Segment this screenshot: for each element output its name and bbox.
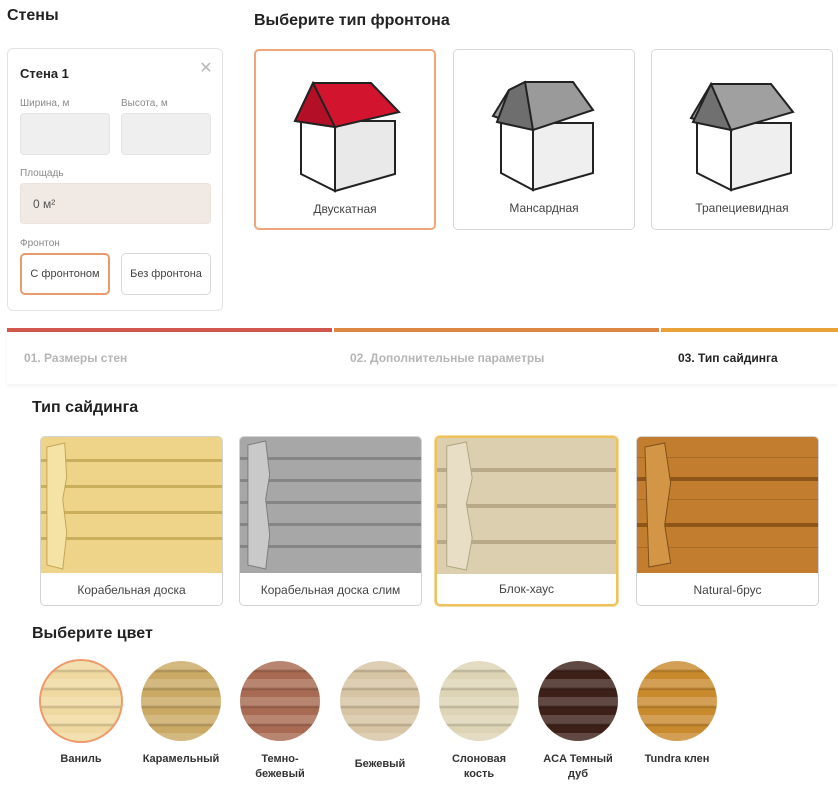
color-swatch-vanil[interactable]	[41, 661, 121, 741]
siding-sample-image	[637, 437, 818, 573]
width-label: Ширина, м	[20, 98, 70, 109]
color-label-slonovaya-kost: Слоновая кость	[451, 753, 507, 780]
color-label-vanil: Ваниль	[60, 753, 102, 765]
walls-title: Стены	[7, 7, 59, 24]
color-swatch-karamelnyi[interactable]	[141, 661, 221, 741]
step-1-tab[interactable]: 01. Размеры стен	[24, 351, 127, 365]
area-label: Площадь	[20, 168, 64, 179]
siding-option-korabelnaya-slim[interactable]: Корабельная доска слим	[239, 436, 422, 606]
gable-option-trapecievidnaya[interactable]: Трапециевидная	[651, 49, 833, 230]
height-input[interactable]	[121, 113, 211, 155]
wall-name: Стена 1	[20, 66, 69, 81]
trapezoid-house-icon	[689, 81, 795, 192]
siding-sample-image	[240, 437, 421, 573]
gable-option-mansardnaya[interactable]: Мансардная	[453, 49, 635, 230]
color-swatch-slonovaya-kost[interactable]	[439, 661, 519, 741]
step-progress-3	[661, 328, 838, 332]
color-label-tundra-klen: Tundra клен	[644, 753, 710, 765]
siding-option-korabelnaya[interactable]: Корабельная доска	[40, 436, 223, 606]
gable-option-dvuskatnaya[interactable]: Двускатная	[254, 49, 436, 230]
gable-label: Мансардная	[509, 201, 579, 215]
gable-house-icon	[293, 80, 401, 193]
close-icon[interactable]: ✕	[198, 61, 214, 77]
step-progress-1	[7, 328, 332, 332]
step-3-tab[interactable]: 03. Тип сайдинга	[678, 351, 778, 365]
color-swatch-aca-temnyi-dub[interactable]	[538, 661, 618, 741]
siding-option-blok-haus[interactable]: Блок-хаус	[435, 436, 618, 606]
siding-label: Natural-брус	[693, 583, 762, 597]
color-label-aca-temnyi-dub: ACA Темный дуб	[543, 753, 613, 780]
step-2-tab[interactable]: 02. Дополнительные параметры	[350, 351, 544, 365]
color-title: Выберите цвет	[32, 625, 153, 642]
siding-label: Блок-хаус	[498, 582, 555, 596]
color-swatch-temno-bezhevyi[interactable]	[240, 661, 320, 741]
with-gable-button[interactable]: С фронтоном	[20, 253, 110, 295]
mansard-house-icon	[491, 80, 595, 192]
gable-label: Фронтон	[20, 238, 60, 249]
color-label-karamelnyi: Карамельный	[142, 753, 220, 765]
area-value: 0 м²	[33, 197, 56, 211]
siding-label: Корабельная доска слим	[260, 583, 401, 597]
color-label-temno-bezhevyi: Темно-бежевый	[255, 753, 305, 780]
color-swatch-tundra-klen[interactable]	[637, 661, 717, 741]
color-swatch-bezhevyi[interactable]	[340, 661, 420, 741]
gable-label: Двускатная	[313, 202, 377, 216]
siding-type-title: Тип сайдинга	[32, 399, 139, 416]
siding-label: Корабельная доска	[77, 583, 186, 597]
gable-label: Трапециевидная	[695, 201, 789, 215]
without-gable-button[interactable]: Без фронтона	[121, 253, 211, 295]
color-label-bezhevyi: Бежевый	[354, 758, 406, 770]
gable-type-title: Выберите тип фронтона	[254, 12, 450, 29]
siding-sample-image	[41, 437, 222, 573]
siding-option-natural-brus[interactable]: Natural-брус	[636, 436, 819, 606]
siding-sample-image	[437, 438, 616, 574]
width-input[interactable]	[20, 113, 110, 155]
step-progress-2	[334, 328, 659, 332]
height-label: Высота, м	[121, 98, 168, 109]
